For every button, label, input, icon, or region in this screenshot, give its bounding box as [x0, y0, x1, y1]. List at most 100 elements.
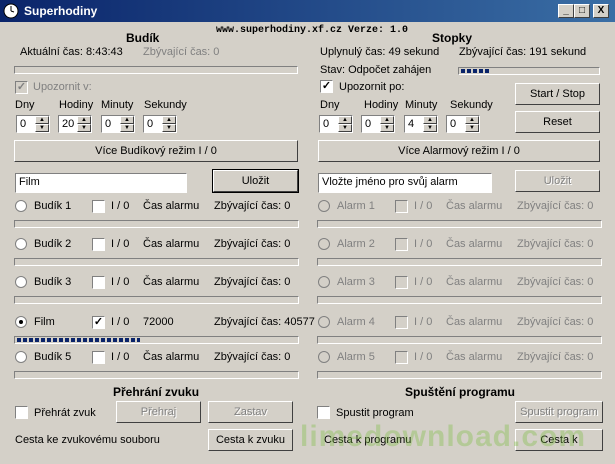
spin-down-icon[interactable]: ▼	[162, 124, 176, 132]
stopky-alarm-name: Alarm 5	[337, 351, 375, 363]
budik-alarm-time: Čas alarmu	[143, 276, 200, 288]
budik-alarm-name: Budík 5	[34, 351, 72, 363]
stopky-alarm-radio[interactable]	[318, 200, 330, 212]
budik-mode-button[interactable]: Více Budíkový režim I / 0	[14, 140, 298, 162]
stopky-alarm-toggle-checkbox[interactable]	[395, 316, 408, 329]
sound-path-button[interactable]: Cesta k zvuku	[208, 429, 293, 451]
stopky-save-button[interactable]: Uložit	[515, 170, 600, 192]
budik-alarm-radio[interactable]	[15, 276, 27, 288]
budik-alarm-time: 72000	[143, 316, 174, 328]
clock-icon	[3, 3, 19, 19]
budik-alarm-time: Čas alarmu	[143, 200, 200, 212]
spin-down-icon[interactable]: ▼	[35, 124, 49, 132]
stopky-hours-spinner[interactable]: 0 ▲ ▼	[361, 115, 395, 133]
budik-alarm-radio[interactable]	[15, 200, 27, 212]
stopky-alarm-remaining: Zbývající čas: 0	[517, 200, 594, 212]
stopky-alarm-toggle-label: I / 0	[414, 200, 433, 212]
stop-sound-button[interactable]: Zastav	[208, 401, 293, 423]
window-title: Superhodiny	[24, 4, 98, 18]
stopky-alarm-time: Čas alarmu	[446, 200, 503, 212]
stopky-minutes-spinner[interactable]: 4 ▲ ▼	[404, 115, 438, 133]
spin-up-icon[interactable]: ▲	[465, 116, 479, 124]
play-button[interactable]: Přehraj	[116, 401, 201, 423]
spin-down-icon[interactable]: ▼	[423, 124, 437, 132]
budik-alarm-progress-bar	[14, 258, 299, 266]
stopky-hours-value: 0	[365, 118, 372, 130]
budik-alarm-progress-bar	[14, 220, 299, 228]
budik-alarm-radio[interactable]	[15, 238, 27, 250]
stopky-alarm-radio[interactable]	[318, 351, 330, 363]
close-button[interactable]: X	[593, 4, 609, 18]
budik-alarm-toggle-label: I / 0	[111, 276, 130, 288]
stopky-notify-checkbox[interactable]: ✓	[320, 80, 333, 93]
stopky-alarm-radio[interactable]	[318, 276, 330, 288]
budik-save-button[interactable]: Uložit	[212, 169, 299, 193]
maximize-button[interactable]: □	[574, 4, 590, 18]
stopky-alarm-name: Alarm 2	[337, 238, 375, 250]
budik-remaining-time: Zbývající čas: 0	[143, 46, 220, 58]
budik-minutes-value: 0	[105, 118, 112, 130]
spin-up-icon[interactable]: ▲	[162, 116, 176, 124]
stopky-seconds-spinner[interactable]: 0 ▲ ▼	[446, 115, 480, 133]
budik-alarm-toggle-checkbox[interactable]	[92, 351, 105, 364]
budik-alarm-name: Budík 2	[34, 238, 72, 250]
reset-button[interactable]: Reset	[515, 111, 600, 133]
stopky-alarm-name: Alarm 1	[337, 200, 375, 212]
spin-down-icon[interactable]: ▼	[120, 124, 134, 132]
play-sound-checkbox[interactable]	[15, 406, 28, 419]
minimize-button[interactable]: _	[558, 4, 574, 18]
stopky-remaining: Zbývající čas: 191 sekund	[459, 46, 587, 58]
stopky-alarm-toggle-checkbox[interactable]	[395, 276, 408, 289]
budik-alarm-remaining: Zbývající čas: 40577	[214, 316, 315, 328]
spin-up-icon[interactable]: ▲	[338, 116, 352, 124]
spin-down-icon[interactable]: ▼	[465, 124, 479, 132]
stopky-alarm-time: Čas alarmu	[446, 238, 503, 250]
stopky-seconds-value: 0	[450, 118, 457, 130]
stopky-progress-fill	[461, 69, 489, 73]
stopky-alarm-toggle-checkbox[interactable]	[395, 351, 408, 364]
stopky-alarm-progress-bar	[317, 258, 602, 266]
play-sound-label: Přehrát zvuk	[34, 407, 96, 419]
budik-minutes-spinner[interactable]: 0 ▲ ▼	[101, 115, 135, 133]
budik-alarm-radio[interactable]	[15, 351, 27, 363]
budik-name-input[interactable]: Film	[15, 173, 187, 193]
spin-down-icon[interactable]: ▼	[338, 124, 352, 132]
budik-seconds-spinner[interactable]: 0 ▲ ▼	[143, 115, 177, 133]
spin-up-icon[interactable]: ▲	[120, 116, 134, 124]
budik-alarm-toggle-checkbox[interactable]	[92, 200, 105, 213]
budik-alarm-radio[interactable]	[15, 316, 27, 328]
spin-down-icon[interactable]: ▼	[380, 124, 394, 132]
budik-hours-spinner[interactable]: 20 ▲ ▼	[58, 115, 92, 133]
run-program-button[interactable]: Spustit program	[515, 401, 603, 423]
stopky-alarm-toggle-checkbox[interactable]	[395, 200, 408, 213]
budik-days-spinner[interactable]: 0 ▲ ▼	[16, 115, 50, 133]
stopky-alarm-toggle-checkbox[interactable]	[395, 238, 408, 251]
budik-alarm-toggle-checkbox[interactable]	[92, 276, 105, 289]
stopky-alarm-time: Čas alarmu	[446, 351, 503, 363]
budik-alarm-toggle-checkbox[interactable]	[92, 238, 105, 251]
spin-up-icon[interactable]: ▲	[380, 116, 394, 124]
stopky-alarm-progress-bar	[317, 220, 602, 228]
sound-path-label: Cesta ke zvukovému souboru	[15, 434, 160, 446]
program-path-button[interactable]: Cesta k	[515, 429, 603, 451]
run-program-checkbox[interactable]	[317, 406, 330, 419]
stopky-progress-bar	[458, 67, 600, 75]
spin-up-icon[interactable]: ▲	[35, 116, 49, 124]
budik-alarm-toggle-label: I / 0	[111, 351, 130, 363]
budik-notify-label: Upozornit v:	[33, 81, 92, 93]
budik-alarm-progress-bar	[14, 336, 299, 344]
spin-up-icon[interactable]: ▲	[423, 116, 437, 124]
spin-down-icon[interactable]: ▼	[77, 124, 91, 132]
start-stop-button[interactable]: Start / Stop	[515, 83, 600, 105]
stopky-alarm-name: Alarm 3	[337, 276, 375, 288]
stopky-name-input[interactable]: Vložte jméno pro svůj alarm	[318, 173, 492, 193]
spin-up-icon[interactable]: ▲	[77, 116, 91, 124]
budik-alarm-toggle-checkbox[interactable]: ✓	[92, 316, 105, 329]
budik-notify-checkbox[interactable]: ✓	[15, 81, 28, 94]
stopky-minutes-label: Minuty	[405, 99, 438, 111]
stopky-alarm-radio[interactable]	[318, 238, 330, 250]
stopky-mode-button[interactable]: Více Alarmový režim I / 0	[318, 140, 600, 162]
title-bar: Superhodiny _ □ X	[0, 0, 615, 22]
stopky-alarm-radio[interactable]	[318, 316, 330, 328]
stopky-days-spinner[interactable]: 0 ▲ ▼	[319, 115, 353, 133]
